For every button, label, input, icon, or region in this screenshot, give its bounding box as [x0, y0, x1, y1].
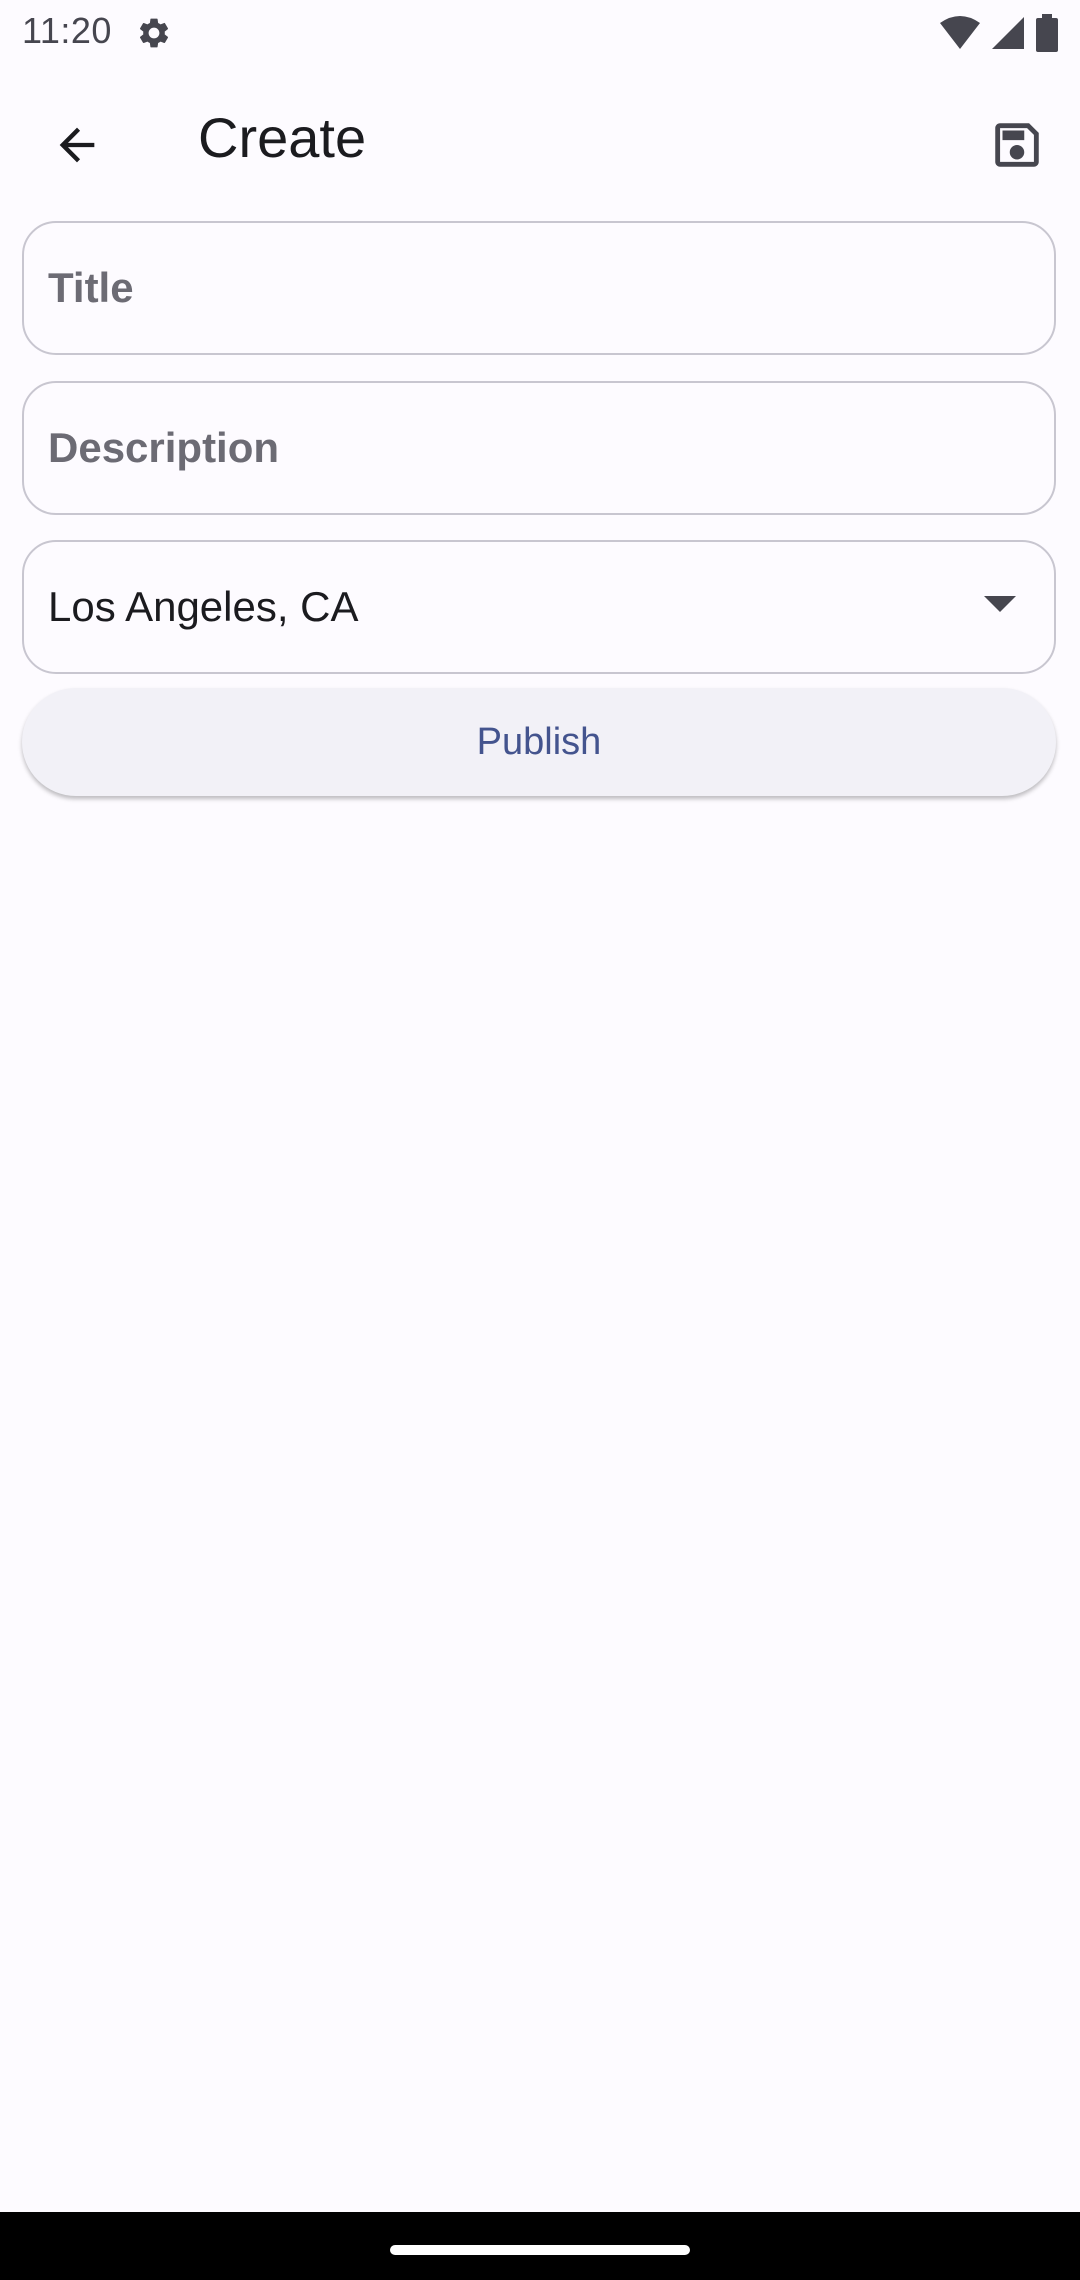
title-input[interactable]	[48, 223, 1008, 353]
save-icon	[995, 123, 1039, 167]
top-app-bar: Create	[0, 78, 1080, 206]
location-selected-value: Los Angeles, CA	[48, 583, 359, 630]
battery-icon	[1036, 14, 1058, 52]
system-navigation-bar	[0, 2212, 1080, 2280]
location-dropdown[interactable]: Los Angeles, CA	[22, 540, 1056, 674]
back-button[interactable]	[38, 106, 116, 184]
title-field[interactable]	[22, 221, 1056, 355]
dropdown-arrow-icon	[984, 596, 1016, 612]
gear-icon	[139, 18, 169, 48]
wifi-icon	[940, 16, 980, 49]
status-icons	[940, 14, 1058, 52]
status-bar: 11:20	[0, 0, 1080, 66]
arrow-back-icon	[59, 127, 95, 163]
status-time: 11:20	[22, 10, 112, 51]
description-input[interactable]	[48, 383, 1008, 513]
description-field[interactable]	[22, 381, 1056, 515]
publish-button[interactable]: Publish	[22, 688, 1056, 796]
page-title: Create	[198, 106, 367, 169]
home-gesture-handle[interactable]	[390, 2245, 690, 2255]
save-button[interactable]	[978, 106, 1056, 184]
cell-signal-icon	[992, 17, 1024, 49]
